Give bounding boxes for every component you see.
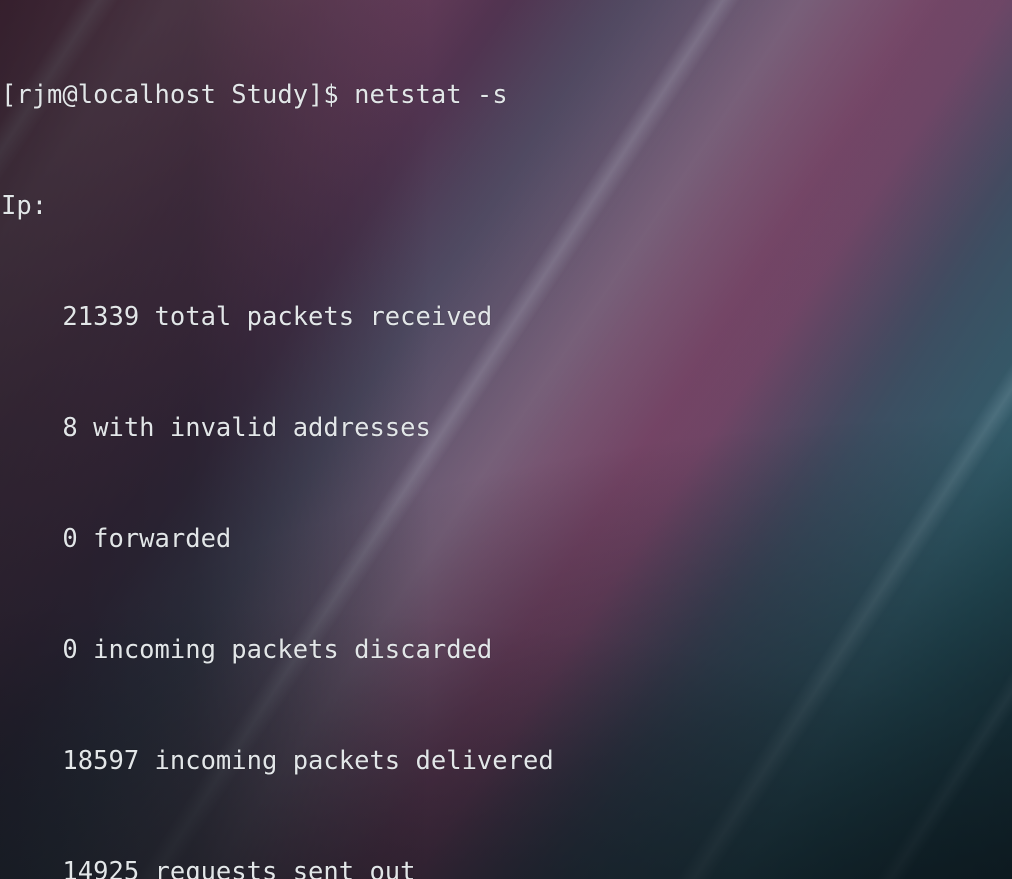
terminal-line-ip-stat-4: 0 incoming packets discarded — [1, 635, 493, 665]
terminal-window[interactable]: [rjm@localhost Study]$ netstat -s Ip: 21… — [0, 0, 1012, 879]
terminal-output-area[interactable]: [rjm@localhost Study]$ netstat -s Ip: 21… — [0, 0, 1012, 879]
terminal-line-ip-stat-2: 8 with invalid addresses — [1, 413, 431, 443]
terminal-line-ip-stat-3: 0 forwarded — [1, 524, 232, 554]
terminal-line-ip-header: Ip: — [1, 191, 48, 221]
terminal-line-ip-stat-5: 18597 incoming packets delivered — [1, 746, 554, 776]
terminal-line-prompt: [rjm@localhost Study]$ netstat -s — [1, 80, 508, 110]
terminal-line-ip-stat-6: 14925 requests sent out — [1, 857, 416, 879]
terminal-line-ip-stat-1: 21339 total packets received — [1, 302, 493, 332]
